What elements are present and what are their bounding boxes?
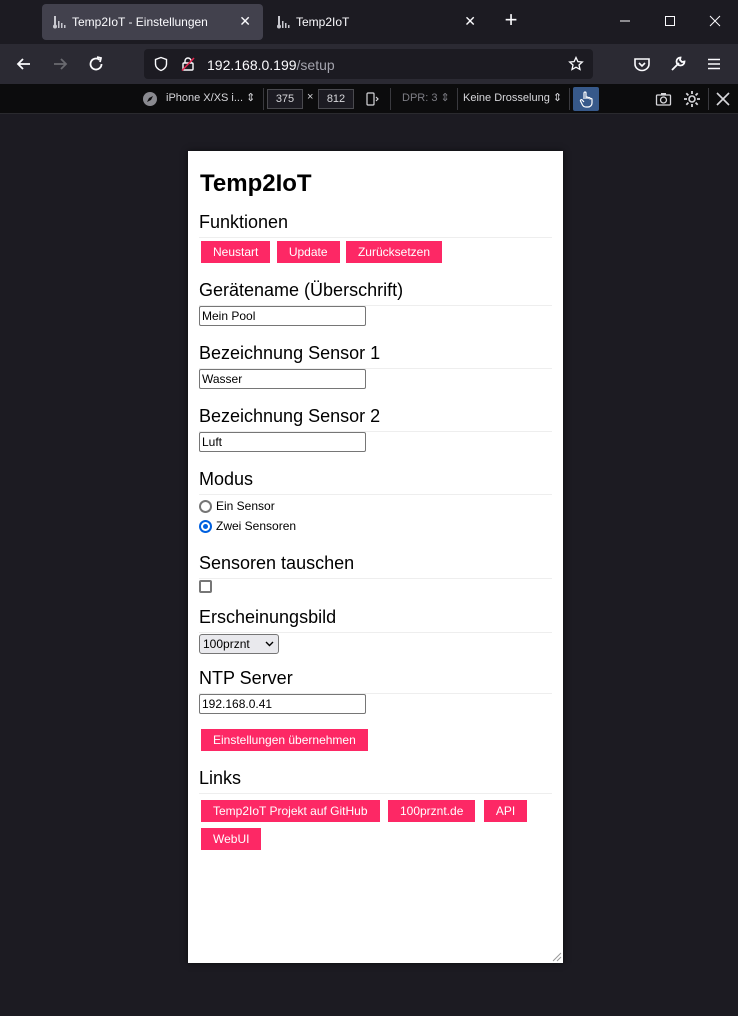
screenshot-camera-icon[interactable] [655, 91, 672, 107]
restart-button[interactable]: Neustart [201, 241, 271, 263]
ntp-server-input[interactable] [199, 694, 366, 714]
sensor2-heading: Bezeichnung Sensor 2 [199, 405, 552, 432]
mode-option-two-sensors[interactable]: Zwei Sensoren [199, 516, 552, 536]
mode-radio-group: Ein Sensor Zwei Sensoren [199, 496, 552, 536]
responsive-design-toolbar: iPhone X/XS i... ⇕ 375 × 812 DPR: 3 ⇕ Ke… [0, 84, 738, 114]
update-button[interactable]: Update [276, 241, 340, 263]
api-link-button[interactable]: API [483, 800, 528, 822]
radio-label: Ein Sensor [216, 499, 275, 513]
chevron-updown-icon: ⇕ [440, 92, 450, 104]
apply-settings-button[interactable]: Einstellungen übernehmen [201, 729, 368, 751]
mode-heading: Modus [199, 468, 552, 495]
hamburger-menu-icon[interactable] [704, 54, 724, 74]
tab-title: Temp2IoT - Einstellungen [72, 15, 208, 29]
viewport-height-input[interactable]: 812 [318, 89, 354, 109]
toolbar-separator [569, 88, 570, 110]
close-window-icon[interactable] [706, 12, 724, 30]
radio-one-sensor[interactable] [199, 499, 212, 513]
functions-heading: Funktionen [199, 211, 552, 238]
sensor1-name-input[interactable] [199, 369, 366, 389]
device-selector[interactable]: iPhone X/XS i... ⇕ [166, 91, 255, 104]
toolbar-separator [390, 88, 391, 110]
device-viewport: Temp2IoT Funktionen Neustart Update Zurü… [188, 151, 563, 963]
thermometer-favicon-icon [53, 16, 66, 29]
page-title: Temp2IoT [200, 170, 312, 197]
radio-two-sensors[interactable] [199, 519, 212, 533]
device-name-heading: Gerätename (Überschrift) [199, 279, 552, 306]
url-path: /setup [296, 57, 335, 73]
wrench-icon[interactable] [668, 54, 688, 74]
rotate-viewport-icon[interactable] [364, 91, 380, 107]
url-host: 192.168.0.199 [207, 57, 297, 73]
device-name-input[interactable] [199, 306, 366, 326]
resize-grip-icon[interactable] [550, 950, 562, 962]
times-sign: × [307, 91, 314, 103]
minimize-icon[interactable] [616, 12, 634, 30]
100prznt-link-button[interactable]: 100prznt.de [387, 800, 476, 822]
throttling-selector[interactable]: Keine Drosselung ⇕ [463, 91, 562, 104]
sensor1-heading: Bezeichnung Sensor 1 [199, 342, 552, 369]
apply-row: Einstellungen übernehmen [201, 729, 552, 751]
url-text: 192.168.0.199/setup [207, 57, 335, 73]
compass-icon [143, 92, 157, 106]
device-name: iPhone X/XS i... [166, 92, 244, 104]
reset-button[interactable]: Zurücksetzen [345, 241, 442, 263]
chevron-updown-icon: ⇕ [552, 92, 563, 104]
settings-gear-icon[interactable] [683, 90, 701, 108]
shield-icon[interactable] [153, 56, 169, 72]
close-tab-icon[interactable]: ✕ [464, 13, 476, 30]
tab-strip: Temp2IoT - Einstellungen ✕ Temp2IoT ✕ + [0, 0, 738, 44]
throttling-value: Keine Drosselung [463, 92, 550, 104]
appearance-selected-value: 100prznt [203, 637, 250, 651]
toolbar-separator [457, 88, 458, 110]
mode-option-one-sensor[interactable]: Ein Sensor [199, 496, 552, 516]
tab-temp2iot[interactable]: Temp2IoT ✕ [266, 4, 488, 40]
bookmark-star-icon[interactable] [568, 56, 584, 72]
dpr-value: DPR: 3 [402, 92, 438, 104]
links-heading: Links [199, 767, 552, 794]
swap-sensors-heading: Sensoren tauschen [199, 552, 552, 579]
ntp-server-heading: NTP Server [199, 667, 552, 694]
back-arrow-icon[interactable] [14, 54, 34, 74]
swap-sensors-checkbox[interactable] [199, 580, 212, 593]
touch-simulation-button[interactable] [573, 87, 599, 111]
toolbar-separator [708, 88, 709, 110]
tab-title: Temp2IoT [296, 15, 350, 29]
chevron-down-icon [265, 641, 274, 647]
forward-arrow-icon[interactable] [50, 54, 70, 74]
functions-button-group: Neustart Update Zurücksetzen [201, 241, 552, 263]
close-rdm-icon[interactable] [715, 91, 731, 107]
thermometer-favicon-icon [277, 16, 290, 29]
dpr-selector[interactable]: DPR: 3 ⇕ [402, 91, 450, 104]
maximize-icon[interactable] [661, 12, 679, 30]
pocket-icon[interactable] [632, 54, 652, 74]
setup-page: Temp2IoT Funktionen Neustart Update Zurü… [188, 170, 563, 853]
radio-label: Zwei Sensoren [216, 519, 297, 533]
toolbar-separator [263, 88, 264, 110]
appearance-heading: Erscheinungsbild [199, 606, 552, 633]
insecure-lock-icon[interactable] [180, 56, 196, 72]
navigation-toolbar: 192.168.0.199/setup [0, 44, 738, 84]
chevron-updown-icon: ⇕ [246, 92, 256, 104]
close-tab-icon[interactable]: ✕ [239, 13, 251, 30]
url-bar[interactable]: 192.168.0.199/setup [144, 49, 593, 79]
sensor2-name-input[interactable] [199, 432, 366, 452]
new-tab-icon[interactable]: + [500, 9, 522, 32]
webui-link-button[interactable]: WebUI [201, 828, 262, 850]
touch-hand-icon [579, 91, 593, 108]
viewport-width-input[interactable]: 375 [267, 89, 303, 109]
reload-icon[interactable] [86, 54, 106, 74]
appearance-select[interactable]: 100prznt [199, 634, 279, 654]
tab-setup[interactable]: Temp2IoT - Einstellungen ✕ [42, 4, 263, 40]
github-link-button[interactable]: Temp2IoT Projekt auf GitHub [201, 800, 380, 822]
links-button-group: Temp2IoT Projekt auf GitHub 100prznt.de … [201, 797, 541, 853]
